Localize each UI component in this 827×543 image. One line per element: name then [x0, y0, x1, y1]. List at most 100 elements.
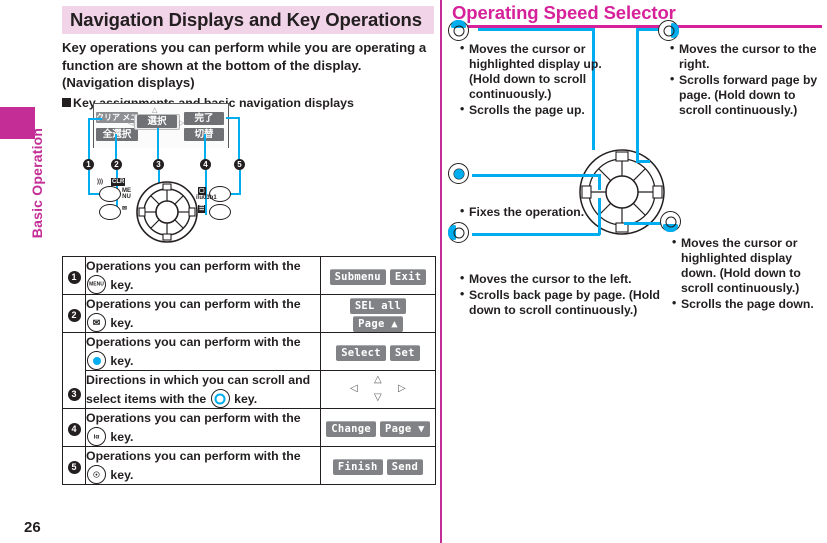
row-marker-5: 5 [67, 460, 81, 474]
marker-2: 2 [111, 159, 122, 170]
row-marker-cell: 5 [62, 446, 86, 485]
callout-left: Moves the cursor to the left. Scrolls ba… [460, 271, 660, 319]
row-text-after-5: key. [110, 430, 134, 444]
nav-up-triangle-icon: △ [152, 107, 158, 114]
direction-key-icon [210, 389, 230, 408]
chapter-label: Basic Operation [29, 127, 45, 239]
intro-paragraph: Key operations you can perform while you… [62, 40, 427, 91]
menu-key [99, 186, 121, 202]
book-glyph-icon: ☰ [198, 205, 206, 213]
row-text-before-5: Operations you can perform with the [86, 411, 301, 425]
table-row: Directions in which you can scroll and s… [63, 370, 436, 409]
table-row: 1 Operations you can perform with the ME… [62, 256, 436, 295]
column-divider [440, 0, 442, 543]
leader-line-5c [239, 170, 241, 195]
select-key-icon [87, 351, 106, 370]
callout-center: Fixes the operation. [460, 204, 620, 221]
right-page-title: Operating Speed Selector [452, 2, 676, 23]
callout-down-item-1: Moves the cursor or highlighted display … [672, 235, 822, 296]
row-text-after-3: key. [110, 354, 134, 368]
key-operations-table: 1 Operations you can perform with the ME… [62, 256, 436, 485]
phone-illustration: クリア メニュー 全選択 選択 △ ◁ ▷ 完了 切替 1 2 3 4 5 ))… [78, 103, 308, 258]
clear-glyph-icon: CLR [111, 178, 126, 186]
softkey-label-submenu: Submenu [329, 268, 386, 285]
row-marker-cell: 1 [62, 256, 86, 295]
row-text-before-6: Operations you can perform with the [86, 449, 301, 463]
itv-key-icon: iα [87, 427, 106, 446]
softkey-center: 選択 [137, 115, 177, 128]
callout-left-item-2: Scrolls back page by page. (Hold down to… [460, 287, 660, 318]
row-description-6: Operations you can perform with the ☉ ke… [86, 449, 301, 484]
camera-key-icon: ☉ [87, 465, 106, 484]
row-text-after-1: key. [110, 278, 134, 292]
row-buttons-cell: Submenu Exit [320, 256, 436, 295]
connector-right-v [636, 28, 639, 162]
menu-key-icon: MENU [87, 275, 106, 294]
row-description-4: Directions in which you can scroll and s… [86, 373, 311, 408]
row-marker-cell: 4 [62, 408, 86, 447]
direction-icon-down [660, 211, 681, 232]
softkey-label-set: Set [389, 344, 420, 361]
softkey-label-select: Select [336, 344, 386, 361]
connector-left-h [472, 233, 600, 236]
row-text-after-6: key. [110, 468, 134, 482]
icon-ring [665, 216, 676, 227]
arrow-left-icon: ◁ [350, 382, 358, 394]
table-row: 5 Operations you can perform with the ☉ … [62, 446, 436, 485]
table-row: 3 Operations you can perform with the ke… [62, 332, 436, 409]
marker-5: 5 [234, 159, 245, 170]
row-description-cell: Operations you can perform with the ✉ ke… [85, 294, 321, 333]
icon-ring [453, 25, 464, 36]
softkey-bottom-left: 全選択 [96, 128, 138, 141]
arrow-down-icon: ▽ [374, 391, 382, 403]
leader-line-5b [238, 117, 240, 163]
menu-end-glyph: ME NU [122, 188, 131, 200]
marker-1: 1 [83, 159, 94, 170]
row-text-before-4: Directions in which you can scroll and s… [86, 373, 311, 406]
row-description-cell: Operations you can perform with the iα k… [85, 408, 321, 447]
leader-line-1c [88, 170, 90, 195]
direction-icon-right [658, 20, 679, 41]
row-text-after-2: key. [110, 316, 134, 330]
softkey-label-finish: Finish [332, 458, 383, 475]
camera-glyph-icon: ▢ [198, 187, 206, 195]
row-text-before-3: Operations you can perform with the [86, 335, 301, 349]
connector-center-v [598, 174, 601, 190]
itv-glyph: i\u03b1 [196, 195, 217, 201]
callout-center-item-1: Fixes the operation. [460, 204, 620, 220]
row-description-5: Operations you can perform with the iα k… [86, 411, 301, 446]
connector-center-h [472, 174, 600, 177]
row-description-cell: Operations you can perform with the MENU… [85, 256, 321, 295]
row-text-before-2: Operations you can perform with the [86, 297, 301, 311]
left-column: Navigation Displays and Key Operations K… [62, 6, 434, 110]
callout-up: Moves the cursor or highlighted display … [460, 41, 604, 118]
row-arrows-cell: △ ▽ ◁ ▷ [320, 370, 436, 409]
row-text-before-1: Operations you can perform with the [86, 259, 301, 273]
row-buttons-cell: Finish Send [320, 446, 436, 485]
callout-left-item-1: Moves the cursor to the left. [460, 271, 660, 287]
leader-line-1b [88, 118, 90, 163]
softkey-label-page-down: Page ▼ [380, 420, 430, 437]
leader-line-3 [157, 128, 159, 163]
row-marker-3: 3 [67, 387, 81, 401]
row-description-3: Operations you can perform with the key. [86, 335, 301, 370]
leader-line-1 [88, 118, 102, 120]
highlight-center [453, 168, 464, 179]
marker-3: 3 [153, 159, 164, 170]
row-text-after-4: key. [234, 392, 258, 406]
icon-ring [453, 227, 464, 238]
marker-4: 4 [200, 159, 211, 170]
arrow-right-icon: ▷ [398, 382, 406, 394]
softkey-label-send: Send [386, 458, 424, 475]
table-row: 4 Operations you can perform with the iα… [62, 408, 436, 447]
row-description-cell: Operations you can perform with the key. [85, 332, 321, 371]
row-description-cell: Directions in which you can scroll and s… [85, 370, 321, 409]
right-column: Operating Speed Selector [452, 2, 822, 28]
direction-icon-center [448, 163, 469, 184]
row-marker-2: 2 [67, 308, 81, 322]
arrow-up-icon: △ [374, 373, 382, 385]
connector-up-h [478, 28, 594, 31]
page-number: 26 [24, 519, 41, 536]
icon-ring [663, 25, 674, 36]
callout-up-item-2: Scrolls the page up. [460, 102, 604, 118]
